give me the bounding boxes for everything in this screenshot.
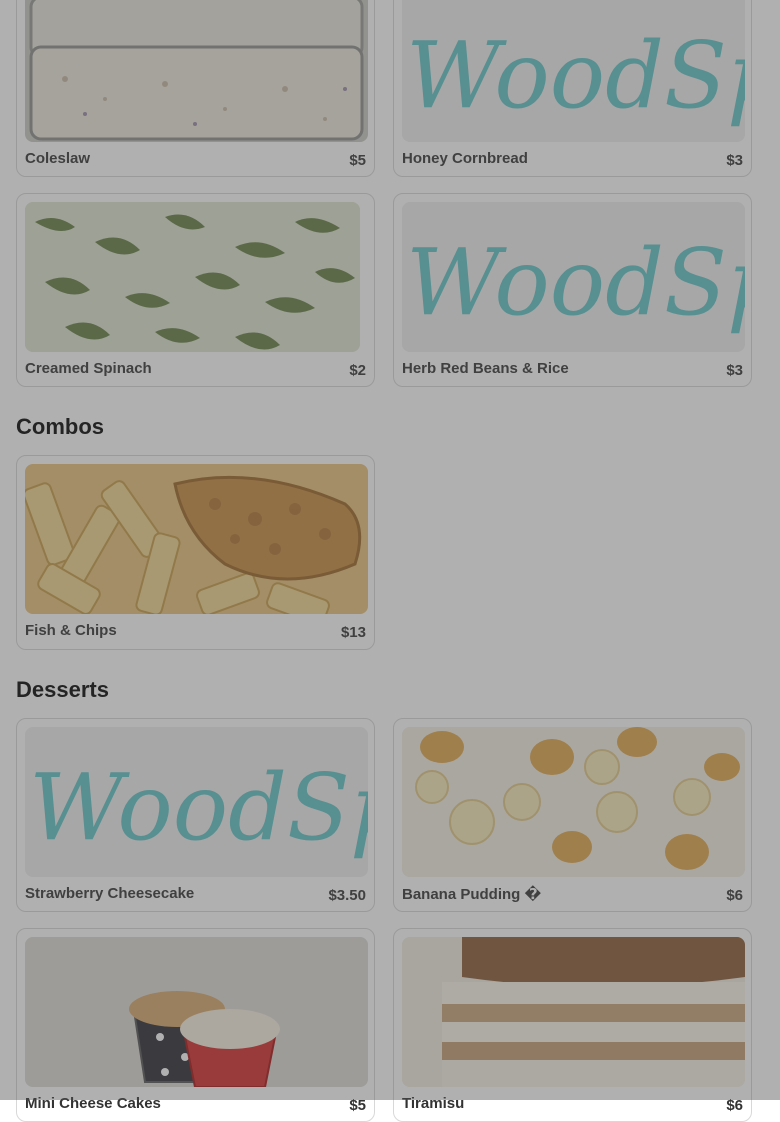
menu-item-price: $3.50 (328, 887, 366, 904)
menu-item-card-tiramisu[interactable]: Tiramisu $6 (393, 928, 752, 1122)
fish-and-chips-photo (25, 464, 368, 614)
banana-pudding-photo (402, 727, 745, 877)
tiramisu-photo (402, 937, 745, 1087)
woodspoon-logo-icon: WoodSpoon (402, 202, 745, 352)
menu-item-price: $2 (349, 362, 366, 379)
menu-item-card-coleslaw[interactable]: Coleslaw $5 (16, 0, 375, 177)
menu-item-name: Fish & Chips (25, 622, 117, 639)
logo-text: WoodSpoon (406, 22, 745, 129)
logo-text: WoodSpoon (29, 754, 368, 861)
menu-item-price: $3 (726, 362, 743, 379)
mini-cheesecakes-photo (25, 937, 368, 1087)
menu-item-name: Banana Pudding � (402, 886, 542, 903)
section-title-desserts: Desserts (16, 677, 109, 702)
menu-item-price: $13 (340, 624, 366, 641)
menu-item-name: Mini Cheese Cakes (25, 1095, 161, 1112)
menu-item-price: $5 (349, 152, 366, 169)
woodspoon-logo-svg: WoodSpoon (406, 22, 745, 129)
menu-item-price: $6 (726, 887, 743, 904)
section-title-combos: Combos (16, 414, 104, 439)
menu-item-card-mini-cheese-cakes[interactable]: Mini Cheese Cakes $5 (16, 928, 375, 1122)
menu-item-price: $3 (726, 152, 743, 169)
menu-item-name: Tiramisu (402, 1095, 465, 1112)
menu-page: Coleslaw $5 WoodSpoon Honey Cornbread $3 (0, 0, 780, 1122)
creamed-spinach-photo (25, 202, 360, 352)
menu-item-card-honey-cornbread[interactable]: WoodSpoon Honey Cornbread $3 (393, 0, 752, 177)
coleslaw-photo (25, 0, 368, 142)
menu-item-card-strawberry-cheesecake[interactable]: WoodSpoon Strawberry Cheesecake $3.50 (16, 718, 375, 912)
menu-item-name: Herb Red Beans & Rice (402, 360, 569, 377)
menu-item-name: Coleslaw (25, 150, 91, 167)
logo-text: WoodSpoon (406, 229, 745, 336)
woodspoon-logo-icon: WoodSpoon (402, 0, 745, 142)
menu-item-card-creamed-spinach[interactable]: Creamed Spinach $2 (16, 193, 375, 387)
woodspoon-logo-icon: WoodSpoon (25, 727, 368, 877)
menu-item-card-banana-pudding[interactable]: Banana Pudding � $6 (393, 718, 752, 912)
menu-item-name: Creamed Spinach (25, 360, 152, 377)
menu-item-card-herb-red-beans[interactable]: WoodSpoon Herb Red Beans & Rice $3 (393, 193, 752, 387)
menu-item-name: Strawberry Cheesecake (25, 885, 195, 902)
menu-item-name: Honey Cornbread (402, 150, 528, 167)
menu-item-card-fish-chips[interactable]: Fish & Chips $13 (16, 455, 375, 650)
